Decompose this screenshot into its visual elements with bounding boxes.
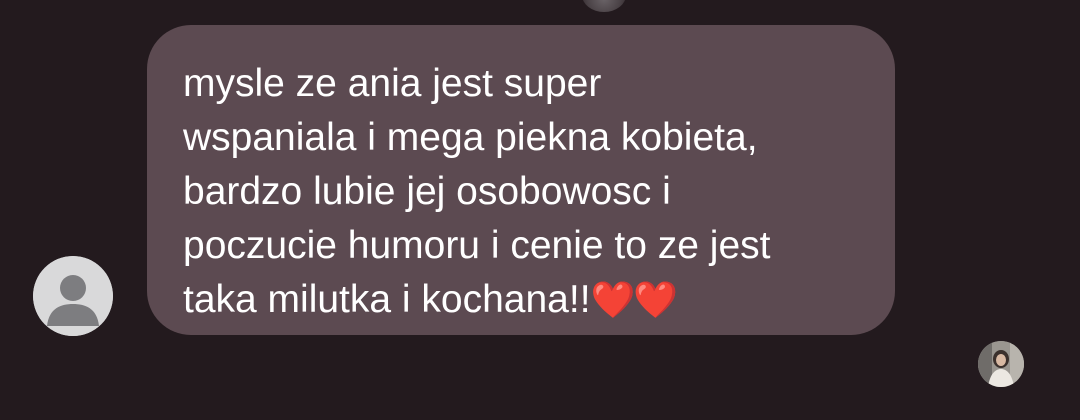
message-text: mysle ze ania jest super wspaniala i meg… — [183, 57, 865, 328]
default-user-icon — [33, 256, 113, 336]
message-bubble[interactable]: mysle ze ania jest super wspaniala i meg… — [147, 25, 895, 335]
profile-photo-icon — [978, 341, 1024, 387]
partial-avatar-top — [582, 0, 626, 12]
message-body: mysle ze ania jest super wspaniala i meg… — [183, 62, 771, 321]
seen-by-avatar[interactable] — [978, 341, 1024, 387]
sender-avatar[interactable] — [33, 256, 113, 336]
heart-emoji: ❤️❤️ — [590, 280, 679, 321]
